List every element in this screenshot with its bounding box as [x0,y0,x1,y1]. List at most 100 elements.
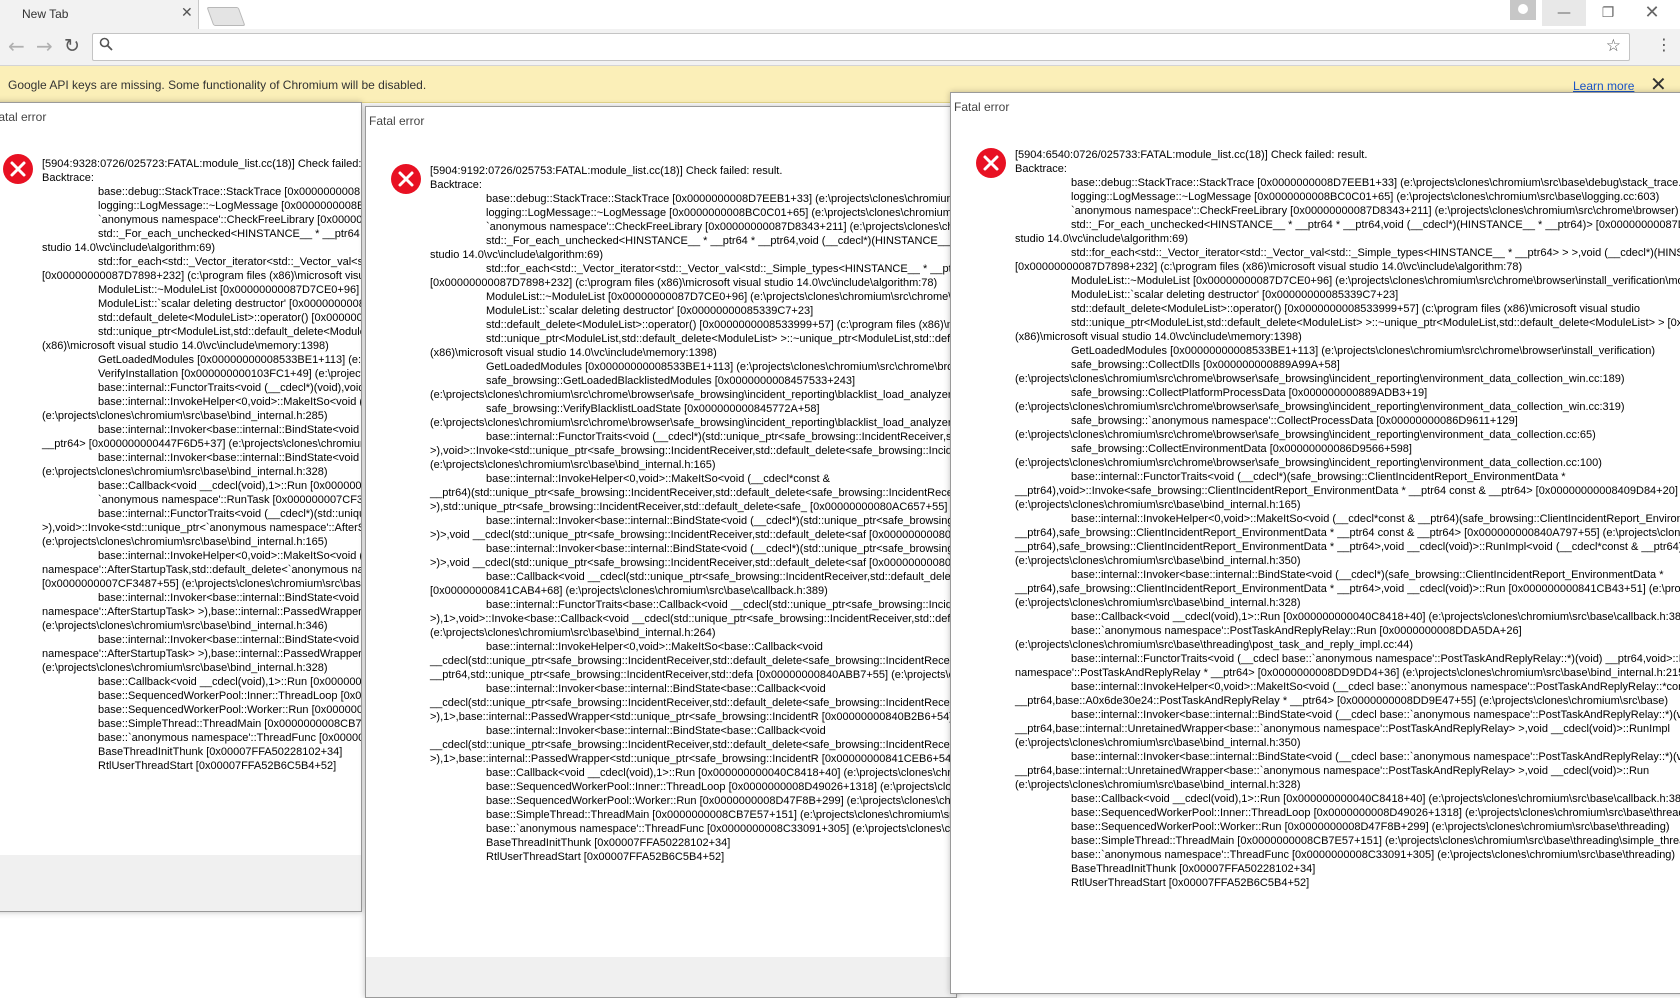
backtrace-line: GetLoadedModules [0x00000000008533BE1+11… [1071,345,1656,357]
backtrace-line: safe_browsing::CollectDlls [0x0000000008… [1071,359,1340,371]
backtrace-line: safe_browsing::CollectEnvironmentData [0… [1071,443,1412,455]
backtrace-line: base::`anonymous namespace'::ThreadFunc … [1071,849,1676,861]
backtrace-line: (e:\projects\clones\chromium\src\base\bi… [1015,737,1301,749]
backtrace-line: studio 14.0\vc\include\algorithm:69) [1015,233,1189,245]
backtrace-line: base::SequencedWorkerPool::Worker::Run [… [486,795,956,807]
forward-icon[interactable]: → [36,35,53,57]
backtrace-line: base::internal::Invoker<base::internal::… [98,634,361,646]
backtrace-line: namespace'::AfterStartupTask> >),base::i… [42,648,362,660]
backtrace-line: >),1>,void>::Invoke<base::Callback<void … [430,613,957,625]
new-tab-button[interactable] [206,7,246,26]
backtrace-line: logging::LogMessage::~LogMessage [0x0000… [98,200,361,212]
toolbar: ← → ↻ ☆ ⋮ [0,29,1680,66]
backtrace-line: std::for_each<std::_Vector_iterator<std:… [98,256,361,268]
backtrace-line: >),void>::Invoke<std::unique_ptr<`anonym… [42,522,361,534]
backtrace-line: base::internal::FunctorTraits<base::Call… [486,599,956,611]
backtrace-line: (x86)\microsoft visual studio 14.0\vc\in… [1015,331,1302,343]
learn-more-link[interactable]: Learn more [1573,79,1634,93]
tab-title: New Tab [22,7,69,21]
backtrace-line: (e:\projects\clones\chromium\src\base\bi… [42,536,328,548]
backtrace-line: (e:\projects\clones\chromium\src\base\th… [1015,639,1414,651]
backtrace-line: BaseThreadInitThunk [0x00007FFA50228102+… [98,746,343,758]
backtrace-line: base::SequencedWorkerPool::Inner::Thread… [1071,807,1680,819]
address-input[interactable] [121,36,1575,58]
menu-icon[interactable]: ⋮ [1656,37,1672,53]
backtrace-line: base::`anonymous namespace'::ThreadFunc … [486,823,956,835]
backtrace-line: (e:\projects\clones\chromium\src\base\bi… [1015,597,1301,609]
backtrace-line: (e:\projects\clones\chromium\src\base\bi… [1015,779,1301,791]
star-icon[interactable]: ☆ [1606,36,1621,56]
backtrace-line: base::internal::Invoker<base::internal::… [1071,709,1680,721]
profile-icon[interactable] [1510,0,1536,20]
backtrace-line: base::internal::InvokeHelper<0,void>::Ma… [98,550,361,562]
backtrace-line: [0x0000000007CF3487+55] (e:\projects\clo… [42,578,361,590]
backtrace-line: (e:\projects\clones\chromium\src\chrome\… [1015,373,1625,385]
backtrace-line: std::_For_each_unchecked<HINSTANCE__ * _… [98,228,361,240]
fatal-error-dialog-3: Fatal error [5904:6540:0726/025733:FATAL… [950,92,1680,994]
backtrace-line: std::for_each<std::_Vector_iterator<std:… [486,263,956,275]
backtrace-line: __cdecl(std::unique_ptr<safe_browsing::I… [430,739,957,751]
backtrace-line: (e:\projects\clones\chromium\src\base\bi… [42,466,328,478]
backtrace-line: GetLoadedModules [0x00000000008533BE1+11… [98,354,362,366]
backtrace-line: std::unique_ptr<ModuleList,std::default_… [486,333,957,345]
backtrace-line: ModuleList::`scalar deleting destructor'… [98,298,361,310]
reload-icon[interactable]: ↻ [64,35,80,57]
backtrace-line: >)>,void __cdecl(std::unique_ptr<safe_br… [430,529,957,541]
backtrace-line: (e:\projects\clones\chromium\src\base\bi… [42,410,328,422]
backtrace-line: base::internal::Invoker<base::internal::… [1071,569,1664,581]
omnibox[interactable]: ☆ [92,33,1630,61]
backtrace-line: ModuleList::`scalar deleting destructor'… [486,305,814,317]
backtrace-line: base::Callback<void __cdecl(void),1>::Ru… [1071,793,1680,805]
backtrace-line: base::internal::InvokeHelper<0,void>::Ma… [1071,681,1680,693]
backtrace-line: base::SequencedWorkerPool::Inner::Thread… [486,781,956,793]
backtrace-line: base::internal::FunctorTraits<void (__cd… [98,508,361,520]
error-icon [3,154,33,184]
backtrace-line: base::Callback<void __cdecl(void),1>::Ru… [1071,611,1680,623]
minimize-button[interactable]: — [1542,0,1586,26]
backtrace-line: base::Callback<void __cdecl(void),1>::Ru… [98,480,362,492]
dialog-footer [366,957,956,997]
backtrace-line: >)>,void __cdecl(std::unique_ptr<safe_br… [430,557,957,569]
tab-new-tab[interactable]: New Tab ✕ [0,0,199,29]
backtrace-line: (e:\projects\clones\chromium\src\base\bi… [430,627,716,639]
backtrace-line: base::Callback<void __cdecl(void),1>::Ru… [486,767,957,779]
backtrace-line: VerifyInstallation [0x000000000103FC1+49… [98,368,361,380]
backtrace-line: safe_browsing::`anonymous namespace'::Co… [1071,415,1518,427]
backtrace-line: (e:\projects\clones\chromium\src\base\bi… [42,662,328,674]
maximize-button[interactable]: ❐ [1586,0,1630,26]
dialog-title: Fatal error [954,100,1010,114]
backtrace-line: base::internal::InvokeHelper<0,void>::Ma… [486,473,830,485]
back-icon[interactable]: ← [8,35,25,57]
backtrace-line: (e:\projects\clones\chromium\src\chrome\… [430,417,957,429]
backtrace-line: std::unique_ptr<ModuleList,std::default_… [1071,317,1680,329]
backtrace-line: logging::LogMessage::~LogMessage [0x0000… [486,207,956,219]
backtrace-line: base::debug::StackTrace::StackTrace [0x0… [98,186,361,198]
backtrace-line: std::_For_each_unchecked<HINSTANCE__ * _… [486,235,956,247]
backtrace-line: `anonymous namespace'::RunTask [0x000000… [98,494,361,506]
backtrace-line: >),1>,base::internal::PassedWrapper<std:… [430,753,955,765]
backtrace-line: __cdecl(std::unique_ptr<safe_browsing::I… [430,655,957,667]
backtrace-line: [0x00000000087D7898+232] (c:\program fil… [42,270,361,282]
backtrace-label: Backtrace: [430,179,482,191]
backtrace-line: base::internal::Invoker<base::internal::… [486,683,826,695]
backtrace-line: BaseThreadInitThunk [0x00007FFA50228102+… [486,837,731,849]
backtrace-line: RtlUserThreadStart [0x00007FFA52B6C5B4+5… [486,851,725,863]
tab-close-icon[interactable]: ✕ [181,6,193,20]
backtrace-line: namespace'::AfterStartupTask,std::defaul… [42,564,361,576]
backtrace-line: __ptr64),safe_browsing::ClientIncidentRe… [1015,583,1680,595]
backtrace-line: std::for_each<std::_Vector_iterator<std:… [1071,247,1680,259]
backtrace-line: (e:\projects\clones\chromium\src\chrome\… [1015,429,1596,441]
backtrace-line: logging::LogMessage::~LogMessage [0x0000… [1071,191,1660,203]
backtrace-line: __ptr64,base::internal::UnretainedWrappe… [1015,765,1650,777]
window-close-button[interactable]: ✕ [1630,0,1674,26]
backtrace-line: (x86)\microsoft visual studio 14.0\vc\in… [430,347,717,359]
backtrace-line: __ptr64,std::unique_ptr<safe_browsing::I… [430,669,956,681]
backtrace-line: __ptr64,base::A0x6de30e24::PostTaskAndRe… [1015,695,1669,707]
backtrace-line: (x86)\microsoft visual studio 14.0\vc\in… [42,340,329,352]
backtrace-line: base::internal::FunctorTraits<void (__cd… [486,431,956,443]
backtrace-line: ModuleList::`scalar deleting destructor'… [1071,289,1399,301]
backtrace-line: base::SequencedWorkerPool::Worker::Run [… [98,704,362,716]
backtrace-label: Backtrace: [1015,163,1067,175]
backtrace-line: (e:\projects\clones\chromium\src\base\bi… [1015,555,1301,567]
backtrace-line: base::internal::InvokeHelper<0,void>::Ma… [486,641,823,653]
